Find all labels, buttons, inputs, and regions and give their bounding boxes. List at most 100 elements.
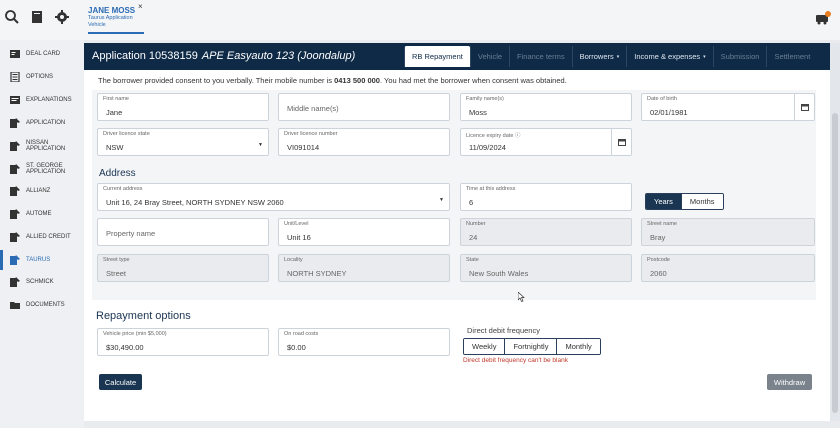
folder-icon [10, 300, 20, 310]
application-icon [10, 164, 20, 174]
explanations-icon [10, 95, 20, 105]
application-header: Application 10538159 APE Easyauto 123 (Jo… [84, 43, 830, 70]
cart-icon[interactable] [815, 10, 831, 26]
tab-submission[interactable]: Submission [712, 46, 767, 67]
tab-rb-repayment[interactable]: RB Repayment [404, 46, 470, 67]
sidebar-item-st-george-application[interactable]: ST. GEORGE APPLICATION [0, 159, 84, 179]
user-tab-jane-moss[interactable]: JANE MOSS Taurus Application Vehicle × [88, 2, 144, 34]
application-icon [10, 255, 20, 265]
sidebar-item-schmick[interactable]: SCHMICK [0, 272, 84, 292]
application-icon [10, 118, 20, 128]
application-icon [10, 141, 20, 151]
sidebar-item-label: EXPLANATIONS [26, 96, 72, 103]
frequency-error-message: Direct debit frequency can't be blank [463, 357, 568, 364]
consent-message: The borrower provided consent to you ver… [98, 76, 567, 85]
licence-expiry-field[interactable]: Licence expiry date ⓘ 11/09/2024 [460, 128, 632, 156]
sidebar-item-label: ST. GEORGE APPLICATION [26, 162, 66, 176]
property-name-field[interactable]: Property name [97, 218, 269, 246]
street-type-field: Street type Street [97, 254, 269, 282]
vehicle-price-field[interactable]: Vehicle price (min $5,000) $30,490.00 [97, 328, 269, 356]
calendar-icon[interactable] [611, 129, 631, 155]
sidebar-item-documents[interactable]: DOCUMENTS [0, 295, 84, 315]
withdraw-button[interactable]: Withdraw [767, 374, 812, 390]
application-icon [10, 277, 20, 287]
time-at-address-field[interactable]: Time at this address 6 [460, 183, 632, 211]
weekly-option[interactable]: Weekly [464, 339, 505, 354]
middle-name-field[interactable]: Middle name(s) [278, 93, 450, 121]
application-icon [10, 232, 20, 242]
street-number-field: Number 24 [460, 218, 632, 246]
first-name-field[interactable]: First name Jane [97, 93, 269, 121]
user-tab-subtitle-2: Vehicle [88, 22, 106, 28]
options-icon [10, 72, 20, 82]
state-field: State New South Wales [460, 254, 632, 282]
street-name-field: Street name Bray [641, 218, 815, 246]
months-option[interactable]: Months [680, 194, 723, 209]
info-icon[interactable]: ⓘ [515, 133, 521, 139]
tab-income-expenses[interactable]: Income & expenses ▾ [626, 46, 712, 67]
book-icon[interactable] [29, 9, 45, 25]
sidebar: DEAL CARD OPTIONS EXPLANATIONS APPLICATI… [0, 40, 84, 428]
sidebar-item-label: TAURUS [26, 256, 51, 263]
fortnightly-option[interactable]: Fortnightly [504, 339, 557, 354]
mobile-number: 0413 500 000 [334, 76, 380, 85]
licence-state-select[interactable]: Driver licence state NSW ▼ [97, 128, 269, 156]
sidebar-item-label: NISSAN APPLICATION [26, 139, 66, 153]
close-tab-icon[interactable]: × [138, 2, 143, 11]
licence-number-field[interactable]: Driver licence number VI091014 [278, 128, 450, 156]
family-name-field[interactable]: Family name(s) Moss [460, 93, 632, 121]
scrollbar-thumb[interactable] [832, 113, 838, 413]
sidebar-item-nissan-application[interactable]: NISSAN APPLICATION [0, 136, 84, 156]
sidebar-item-label: OPTIONS [26, 73, 54, 80]
date-of-birth-field[interactable]: Date of birth 02/01/1981 [641, 93, 815, 121]
application-number: Application 10538159 [92, 50, 198, 62]
chevron-down-icon: ▼ [258, 142, 263, 148]
tab-borrowers[interactable]: Borrowers ▾ [571, 46, 627, 67]
sidebar-item-autome[interactable]: AUTOME [0, 204, 84, 224]
application-tabs: RB Repayment Vehicle Finance terms Borro… [404, 46, 817, 68]
borrower-form: First name Jane Middle name(s) Family na… [92, 90, 816, 300]
monthly-option[interactable]: Monthly [556, 339, 600, 354]
sidebar-item-label: APPLICATION [26, 119, 66, 126]
page-title: Application 10538159 APE Easyauto 123 (Jo… [92, 50, 355, 62]
calendar-icon[interactable] [794, 94, 814, 120]
top-bar: JANE MOSS Taurus Application Vehicle × [0, 0, 840, 40]
sidebar-item-label: ALLIED CREDIT [26, 233, 71, 240]
sidebar-item-label: SCHMICK [26, 278, 54, 285]
sidebar-item-options[interactable]: OPTIONS [0, 67, 84, 87]
calculate-button[interactable]: Calculate [99, 374, 142, 390]
sidebar-item-allianz[interactable]: ALLIANZ [0, 181, 84, 201]
gear-icon[interactable] [54, 9, 70, 25]
chevron-down-icon: ▼ [439, 197, 444, 203]
scrollbar[interactable] [830, 43, 840, 421]
locality-field: Locality NORTH SYDNEY [278, 254, 450, 282]
sidebar-item-label: AUTOME [26, 210, 52, 217]
current-address-select[interactable]: Current address Unit 16, 24 Bray Street,… [97, 183, 450, 211]
time-unit-toggle: Years Months [645, 193, 724, 210]
sidebar-item-deal-card[interactable]: DEAL CARD [0, 44, 84, 64]
sidebar-item-application[interactable]: APPLICATION [0, 113, 84, 133]
on-road-costs-field[interactable]: On road costs $0.00 [278, 328, 450, 356]
unit-level-field[interactable]: Unit/Level Unit 16 [278, 218, 450, 246]
main-panel: Application 10538159 APE Easyauto 123 (Jo… [84, 43, 830, 421]
dealer-name: APE Easyauto 123 (Joondalup) [201, 50, 356, 62]
sidebar-item-taurus[interactable]: TAURUS [0, 250, 84, 270]
sidebar-item-label: DEAL CARD [26, 50, 61, 57]
application-icon [10, 209, 20, 219]
tab-finance-terms[interactable]: Finance terms [509, 46, 572, 67]
sidebar-item-allied-credit[interactable]: ALLIED CREDIT [0, 227, 84, 247]
deal-card-icon [10, 49, 20, 59]
user-tab-name: JANE MOSS [88, 6, 136, 15]
application-icon [10, 186, 20, 196]
direct-debit-frequency-label: Direct debit frequency [467, 326, 540, 335]
chevron-down-icon: ▾ [616, 53, 620, 60]
sidebar-item-label: ALLIANZ [26, 187, 51, 194]
tab-settlement[interactable]: Settlement [766, 46, 817, 67]
user-tab-subtitle: Taurus Application [88, 15, 133, 21]
tab-vehicle[interactable]: Vehicle [469, 46, 509, 67]
address-heading: Address [99, 168, 136, 179]
years-option[interactable]: Years [646, 194, 681, 209]
search-icon[interactable] [4, 9, 20, 25]
chevron-down-icon: ▾ [703, 53, 706, 60]
sidebar-item-explanations[interactable]: EXPLANATIONS [0, 90, 84, 110]
